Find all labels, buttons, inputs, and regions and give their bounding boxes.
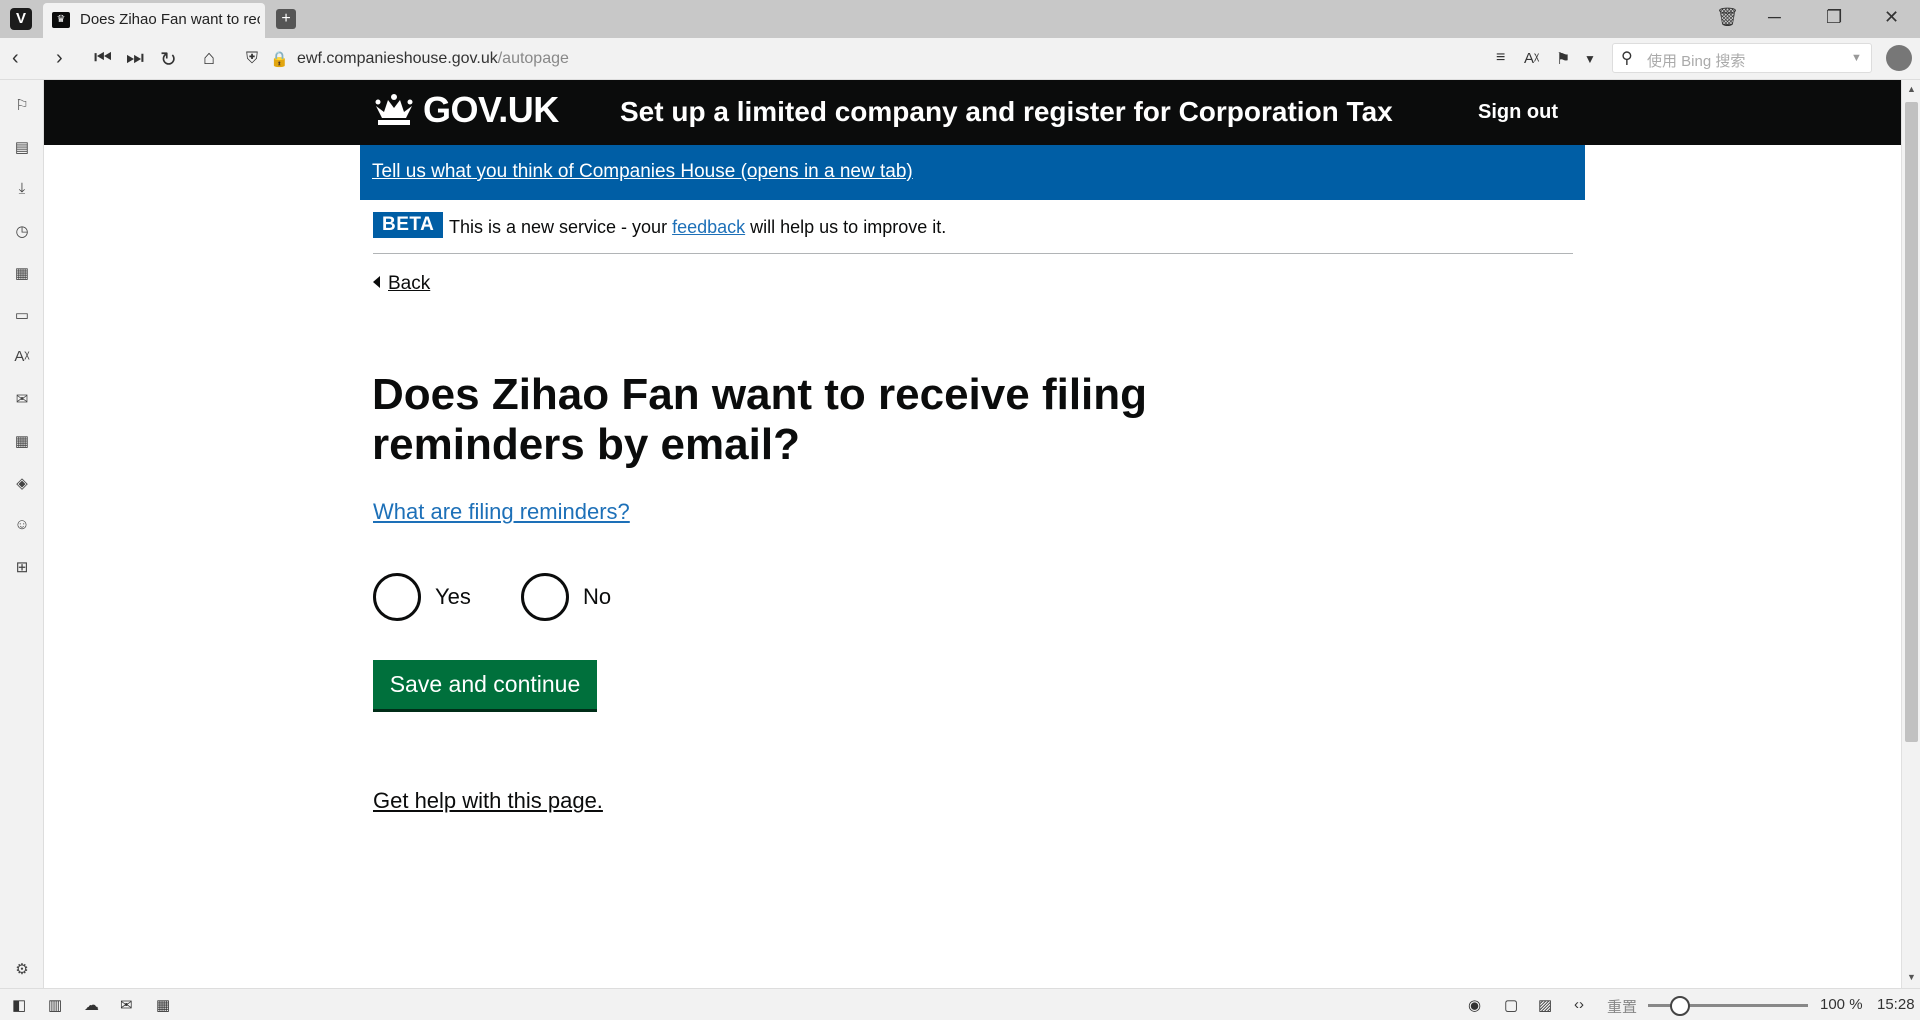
add-panel-icon[interactable]: ⊞ xyxy=(12,558,32,576)
zoom-slider-knob[interactable] xyxy=(1670,996,1690,1016)
sync-cloud-icon[interactable]: ☁ xyxy=(84,996,99,1014)
restore-button[interactable]: ❐ xyxy=(1826,7,1842,28)
mail-icon[interactable]: ✉ xyxy=(12,390,32,408)
tab-title: Does Zihao Fan want to rec xyxy=(80,11,260,28)
back-link[interactable]: Back xyxy=(373,273,430,295)
radio-no-label[interactable]: No xyxy=(583,584,611,610)
new-tab-button[interactable]: + xyxy=(276,9,296,29)
url-domain: ewf.companieshouse.gov.uk xyxy=(297,50,498,67)
bookmark-icon[interactable]: ⚑ xyxy=(1556,49,1570,69)
radio-no-circle[interactable] xyxy=(521,573,569,621)
search-icon: ⚲ xyxy=(1621,50,1633,67)
radio-yes-circle[interactable] xyxy=(373,573,421,621)
beta-tag: BETA xyxy=(373,212,444,238)
radio-yes[interactable]: Yes xyxy=(373,573,513,621)
tab-bar: V ♛ Does Zihao Fan want to rec + 🗑 ─ ❐ ✕ xyxy=(0,0,1920,38)
search-placeholder: 使用 Bing 搜索 xyxy=(1647,53,1746,70)
scroll-up-icon[interactable]: ▲ xyxy=(1907,84,1916,94)
phase-message: This is a new service - your feedback wi… xyxy=(449,217,946,238)
translate-icon[interactable]: Aᵡ xyxy=(1524,50,1539,67)
downloads-icon[interactable]: ⤓ xyxy=(12,180,32,198)
feedback-survey-link[interactable]: Tell us what you think of Companies Hous… xyxy=(372,161,913,183)
crown-icon xyxy=(375,94,413,125)
settings-gear-icon[interactable]: ⚙ xyxy=(12,960,32,978)
minimize-button[interactable]: ─ xyxy=(1768,7,1781,28)
phase-feedback-link[interactable]: feedback xyxy=(672,217,745,237)
close-window-button[interactable]: ✕ xyxy=(1884,7,1899,28)
phase-text-before: This is a new service - your xyxy=(449,217,673,237)
status-bar: ◧ ▥ ☁ ✉ ▦ ◉ ▢ ▨ ‹› 重置 100 % 15:28 xyxy=(0,988,1920,1020)
reader-view-icon[interactable]: ≡ xyxy=(1496,49,1505,67)
shield-icon[interactable]: ⛨ xyxy=(246,50,258,68)
calendar-icon[interactable]: ▦ xyxy=(12,432,32,450)
service-name[interactable]: Set up a limited company and register fo… xyxy=(620,96,1393,128)
search-box[interactable]: ⚲ 使用 Bing 搜索 ▼ xyxy=(1612,43,1872,73)
page-title: Does Zihao Fan want to receive filing re… xyxy=(372,370,1148,469)
vivaldi-logo-icon[interactable]: V xyxy=(10,8,32,30)
history-icon[interactable]: ◷ xyxy=(12,222,32,240)
get-help-link[interactable]: Get help with this page. xyxy=(373,788,603,814)
capture-icon[interactable]: ◉ xyxy=(1468,996,1481,1014)
rewind-icon[interactable]: ⏮ xyxy=(94,47,112,70)
side-panel: ⚐ ▤ ⤓ ◷ ▦ ▭ Aᵡ ✉ ▦ ◈ ☺ ⊞ ⚙ xyxy=(0,80,44,988)
forward-nav-icon[interactable]: › xyxy=(56,47,63,70)
url-field[interactable]: ewf.companieshouse.gov.uk/autopage xyxy=(297,50,569,68)
bookmarks-panel-icon[interactable]: ⚐ xyxy=(12,96,32,114)
radio-no[interactable]: No xyxy=(521,573,661,621)
window-panel-icon[interactable]: ▭ xyxy=(12,306,32,324)
trash-icon[interactable]: 🗑 xyxy=(1716,7,1739,28)
translate-panel-icon[interactable]: Aᵡ xyxy=(12,348,32,366)
address-bar: ‹ › ⏮ ⏭ ↻ ⌂ ⛨ 🔒 ewf.companieshouse.gov.u… xyxy=(0,38,1920,80)
clock: 15:28 xyxy=(1877,996,1915,1013)
notes-icon[interactable]: ▦ xyxy=(12,264,32,282)
feedback-banner: Tell us what you think of Companies Hous… xyxy=(360,145,1585,200)
reading-list-icon[interactable]: ▤ xyxy=(12,138,32,156)
govuk-logo-link[interactable]: GOV.UK xyxy=(423,89,559,131)
tile-icon[interactable]: ▢ xyxy=(1504,996,1518,1014)
zoom-level: 100 % xyxy=(1820,996,1863,1013)
zoom-reset[interactable]: 重置 xyxy=(1607,996,1637,1017)
radio-yes-label[interactable]: Yes xyxy=(435,584,471,610)
page-scrollbar[interactable]: ▲ ▼ xyxy=(1901,80,1920,988)
reload-icon[interactable]: ↻ xyxy=(160,47,177,72)
filing-reminders-help-link[interactable]: What are filing reminders? xyxy=(373,499,630,525)
feeds-icon[interactable]: ◈ xyxy=(12,474,32,492)
govuk-favicon-icon: ♛ xyxy=(52,12,70,28)
fast-forward-icon[interactable]: ⏭ xyxy=(126,47,144,70)
tab-tiling-icon[interactable]: ▥ xyxy=(48,996,62,1014)
active-tab[interactable]: ♛ Does Zihao Fan want to rec xyxy=(43,3,265,38)
back-arrow-icon xyxy=(373,276,380,288)
page-actions-icon[interactable]: ‹› xyxy=(1574,996,1584,1013)
profile-avatar[interactable] xyxy=(1886,45,1912,71)
panel-toggle-icon[interactable]: ◧ xyxy=(12,996,26,1014)
back-nav-icon[interactable]: ‹ xyxy=(12,47,19,70)
image-toggle-icon[interactable]: ▨ xyxy=(1538,996,1552,1014)
contacts-icon[interactable]: ☺ xyxy=(12,516,32,534)
lock-icon: 🔒 xyxy=(270,51,289,68)
url-path: /autopage xyxy=(497,50,569,67)
scrollbar-thumb[interactable] xyxy=(1905,102,1918,742)
govuk-header: GOV.UK Set up a limited company and regi… xyxy=(44,80,1901,145)
calendar-status-icon[interactable]: ▦ xyxy=(156,996,170,1014)
home-icon[interactable]: ⌂ xyxy=(203,47,215,70)
scroll-down-icon[interactable]: ▼ xyxy=(1907,972,1916,982)
search-dropdown-icon[interactable]: ▼ xyxy=(1851,52,1862,64)
dropdown-icon[interactable]: ▼ xyxy=(1584,52,1596,66)
save-and-continue-button[interactable]: Save and continue xyxy=(373,660,597,709)
phase-text-after: will help us to improve it. xyxy=(745,217,947,237)
mail-status-icon[interactable]: ✉ xyxy=(120,996,133,1014)
back-label: Back xyxy=(388,273,431,294)
phase-banner: BETA This is a new service - your feedba… xyxy=(373,200,1573,254)
sign-out-link[interactable]: Sign out xyxy=(1478,101,1558,124)
